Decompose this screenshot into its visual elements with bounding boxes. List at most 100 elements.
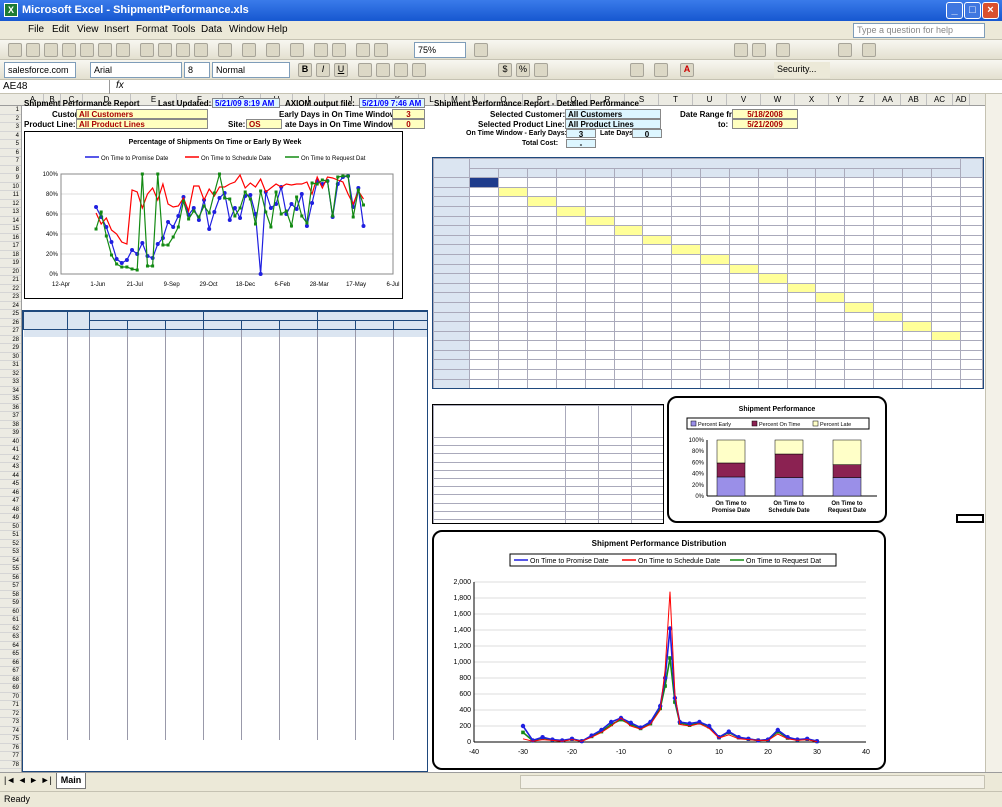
maximize-button[interactable]: □ xyxy=(964,2,981,19)
table-cell[interactable] xyxy=(700,205,730,217)
row-header[interactable]: 54 xyxy=(0,557,21,565)
table-cell[interactable] xyxy=(642,378,673,388)
row-header[interactable]: 61 xyxy=(0,616,21,625)
table-cell[interactable] xyxy=(930,263,961,275)
column-header-t[interactable]: T xyxy=(659,94,693,105)
table-cell[interactable] xyxy=(498,359,528,371)
row-header[interactable]: 13 xyxy=(0,208,21,217)
row-header[interactable]: 67 xyxy=(0,667,21,676)
row-header[interactable]: 42 xyxy=(0,455,21,463)
table-cell[interactable] xyxy=(584,196,615,207)
print-icon[interactable] xyxy=(80,43,94,57)
table-cell[interactable] xyxy=(584,244,615,255)
table-cell[interactable] xyxy=(642,186,673,198)
table-cell[interactable] xyxy=(555,244,586,255)
table-cell[interactable] xyxy=(555,378,586,388)
row-header[interactable]: 5 xyxy=(0,140,21,149)
table-cell[interactable] xyxy=(555,359,586,371)
table-cell[interactable] xyxy=(527,311,557,323)
table-cell[interactable] xyxy=(844,369,875,380)
row-header[interactable]: 15 xyxy=(0,225,21,234)
table-cell[interactable] xyxy=(671,369,702,380)
menu-insert[interactable]: Insert xyxy=(104,24,129,35)
table-cell[interactable] xyxy=(757,301,788,313)
table-cell[interactable] xyxy=(873,378,903,388)
table-cell[interactable] xyxy=(786,263,817,275)
table-cell[interactable] xyxy=(584,340,615,351)
table-cell[interactable] xyxy=(786,369,817,380)
table-cell[interactable] xyxy=(815,340,846,351)
table-cell[interactable] xyxy=(786,225,817,236)
table-cell[interactable] xyxy=(613,321,644,332)
sort-asc-icon[interactable] xyxy=(314,43,328,57)
row-header[interactable]: 62 xyxy=(0,625,21,633)
table-cell[interactable] xyxy=(728,273,759,284)
row-header[interactable]: 2 xyxy=(0,115,21,123)
table-cell[interactable] xyxy=(642,205,673,217)
table-cell[interactable] xyxy=(555,301,586,313)
table-cell[interactable] xyxy=(757,263,788,275)
row-header[interactable]: 74 xyxy=(0,727,21,735)
table-cell[interactable] xyxy=(815,330,846,342)
table-cell[interactable] xyxy=(584,273,615,284)
table-cell[interactable] xyxy=(901,186,932,198)
row-header[interactable]: 38 xyxy=(0,421,21,429)
table-cell[interactable] xyxy=(930,244,961,255)
column-header-w[interactable]: W xyxy=(761,94,795,105)
table-cell[interactable] xyxy=(786,205,817,217)
table-cell[interactable] xyxy=(757,253,788,265)
table-cell[interactable] xyxy=(786,292,817,303)
sheet-tab-main[interactable]: Main xyxy=(56,773,86,789)
table-cell[interactable] xyxy=(930,225,961,236)
table-cell[interactable] xyxy=(700,369,730,380)
table-cell[interactable] xyxy=(555,273,586,284)
row-header[interactable]: 26 xyxy=(0,319,21,327)
table-cell[interactable] xyxy=(786,330,817,342)
table-cell[interactable] xyxy=(786,359,817,371)
table-cell[interactable] xyxy=(930,205,961,217)
table-cell[interactable] xyxy=(584,359,615,371)
table-cell[interactable] xyxy=(815,359,846,371)
security-button[interactable]: Security... xyxy=(774,62,830,78)
table-cell[interactable] xyxy=(700,301,730,313)
row-header[interactable]: 9 xyxy=(0,174,21,183)
table-cell[interactable] xyxy=(873,263,903,275)
table-cell[interactable] xyxy=(642,349,673,361)
table-cell[interactable] xyxy=(469,311,500,323)
table-cell[interactable] xyxy=(700,225,730,236)
table-cell[interactable] xyxy=(930,282,961,294)
table-cell[interactable] xyxy=(584,215,615,227)
menu-window[interactable]: Window xyxy=(229,24,265,35)
table-cell[interactable] xyxy=(728,369,759,380)
selected-cell-ae48[interactable] xyxy=(956,514,984,523)
table-cell[interactable] xyxy=(815,205,846,217)
table-cell[interactable] xyxy=(469,196,500,207)
table-cell[interactable] xyxy=(873,177,903,188)
table-cell[interactable] xyxy=(844,282,875,294)
zoom-select[interactable]: 75% xyxy=(414,42,466,58)
table-cell[interactable] xyxy=(613,378,644,388)
table-cell[interactable] xyxy=(844,292,875,303)
table-cell[interactable] xyxy=(844,215,875,227)
minimize-button[interactable]: _ xyxy=(946,2,963,19)
row-header[interactable]: 50 xyxy=(0,523,21,531)
table-cell[interactable] xyxy=(786,349,817,361)
row-header[interactable]: 64 xyxy=(0,642,21,650)
shipment-performance-chart[interactable]: Shipment Performance Percent Early Percent… xyxy=(667,396,887,523)
table-cell[interactable] xyxy=(844,177,875,188)
table-cell[interactable] xyxy=(873,369,903,380)
borders-icon[interactable] xyxy=(630,63,644,77)
table-cell[interactable] xyxy=(700,359,730,371)
table-cell[interactable] xyxy=(642,369,673,380)
row-header[interactable]: 41 xyxy=(0,446,21,455)
product-line-input[interactable]: All Product Lines xyxy=(76,119,208,129)
menu-file[interactable]: File xyxy=(28,24,44,35)
table-cell[interactable] xyxy=(671,282,702,294)
row-header[interactable]: 70 xyxy=(0,693,21,701)
table-cell[interactable] xyxy=(901,234,932,246)
table-cell[interactable] xyxy=(930,177,961,188)
table-cell[interactable] xyxy=(555,311,586,323)
table-cell[interactable] xyxy=(930,359,961,371)
table-cell[interactable] xyxy=(613,215,644,227)
table-cell[interactable] xyxy=(642,215,673,227)
